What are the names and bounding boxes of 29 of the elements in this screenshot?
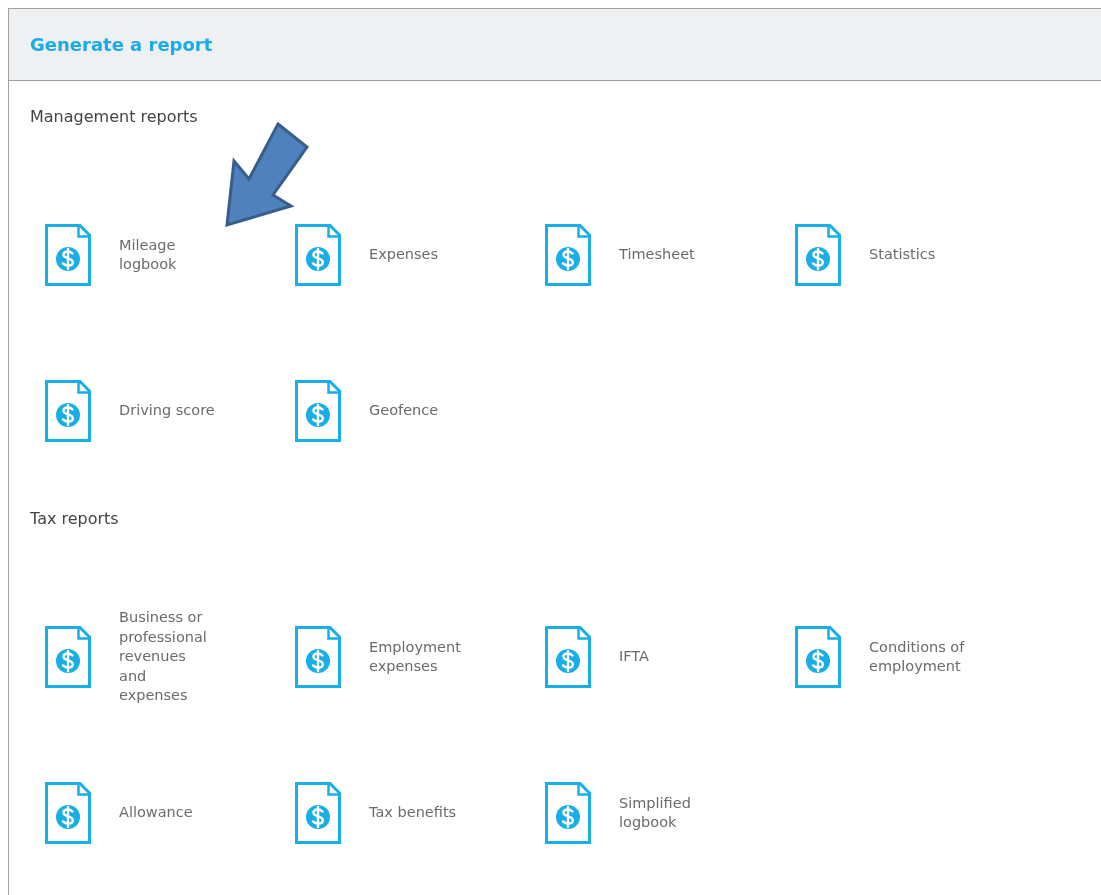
report-link[interactable]: Business or professional revenues and expenses xyxy=(119,608,207,706)
invoice-document-icon xyxy=(44,625,92,689)
section-heading: Management reports xyxy=(30,106,199,128)
invoice-document-icon xyxy=(294,379,342,443)
section-heading: Tax reports xyxy=(30,508,120,530)
report-link[interactable]: Geofence xyxy=(369,401,439,421)
invoice-document-icon xyxy=(544,223,592,287)
invoice-document-icon xyxy=(544,781,592,845)
report-link[interactable]: Timesheet xyxy=(619,245,695,265)
invoice-document-icon xyxy=(294,625,342,689)
report-link[interactable]: Tax benefits xyxy=(369,803,457,823)
invoice-document-icon xyxy=(44,223,92,287)
report-link[interactable]: Statistics xyxy=(869,245,936,265)
report-link[interactable]: Expenses xyxy=(369,245,439,265)
report-link[interactable]: IFTA xyxy=(619,647,649,667)
report-link[interactable]: Conditions of employment xyxy=(869,637,965,677)
report-link[interactable]: Mileage logbook xyxy=(119,235,177,275)
panel-title: Generate a report xyxy=(30,33,213,57)
invoice-document-icon xyxy=(294,781,342,845)
report-link[interactable]: Employment expenses xyxy=(369,637,461,677)
invoice-document-icon xyxy=(794,625,842,689)
invoice-document-icon xyxy=(544,625,592,689)
report-link[interactable]: Simplified logbook xyxy=(619,793,691,833)
invoice-document-icon xyxy=(294,223,342,287)
invoice-document-icon xyxy=(44,379,92,443)
invoice-document-icon xyxy=(794,223,842,287)
report-link[interactable]: Allowance xyxy=(119,803,193,823)
report-link[interactable]: Driving score xyxy=(119,401,215,421)
invoice-document-icon xyxy=(44,781,92,845)
